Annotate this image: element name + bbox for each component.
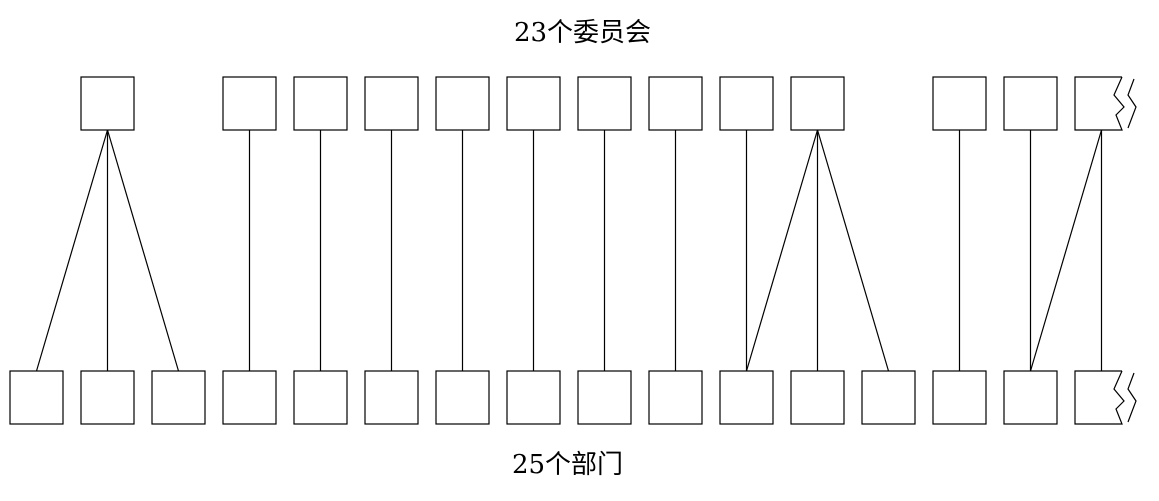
committee-box xyxy=(222,76,277,131)
department-box xyxy=(151,370,206,425)
connections xyxy=(35,129,1103,372)
connector-line xyxy=(1029,129,1103,372)
committee-box xyxy=(293,76,348,131)
department-boxes xyxy=(9,370,1137,425)
department-box xyxy=(577,370,632,425)
committee-box xyxy=(435,76,490,131)
break-mark xyxy=(1127,372,1137,423)
department-box xyxy=(1003,370,1058,425)
committee-box xyxy=(506,76,561,131)
department-box xyxy=(9,370,64,425)
diagram-page: { "top_label": "23个委员会", "bottom_label":… xyxy=(0,0,1159,501)
committee-box xyxy=(932,76,987,131)
department-box xyxy=(790,370,845,425)
committee-box xyxy=(577,76,632,131)
connector-line xyxy=(106,129,180,372)
connector-line xyxy=(816,129,890,372)
department-box xyxy=(293,370,348,425)
committee-box xyxy=(790,76,845,131)
department-box xyxy=(506,370,561,425)
connector-line xyxy=(35,129,109,372)
committee-box xyxy=(80,76,135,131)
department-box xyxy=(861,370,916,425)
department-box xyxy=(435,370,490,425)
department-box xyxy=(222,370,277,425)
department-box xyxy=(932,370,987,425)
department-box xyxy=(719,370,774,425)
committee-box xyxy=(648,76,703,131)
department-box xyxy=(364,370,419,425)
departments-label: 25个部门 xyxy=(511,450,624,480)
committee-box xyxy=(719,76,774,131)
committee-department-diagram xyxy=(9,76,1137,425)
connector-line xyxy=(745,129,819,372)
committee-box-partial xyxy=(1074,76,1125,131)
department-box xyxy=(648,370,703,425)
committee-boxes xyxy=(80,76,1137,131)
department-box-partial xyxy=(1074,370,1125,425)
break-mark xyxy=(1127,78,1137,129)
department-box xyxy=(80,370,135,425)
committee-box xyxy=(1003,76,1058,131)
committee-box xyxy=(364,76,419,131)
